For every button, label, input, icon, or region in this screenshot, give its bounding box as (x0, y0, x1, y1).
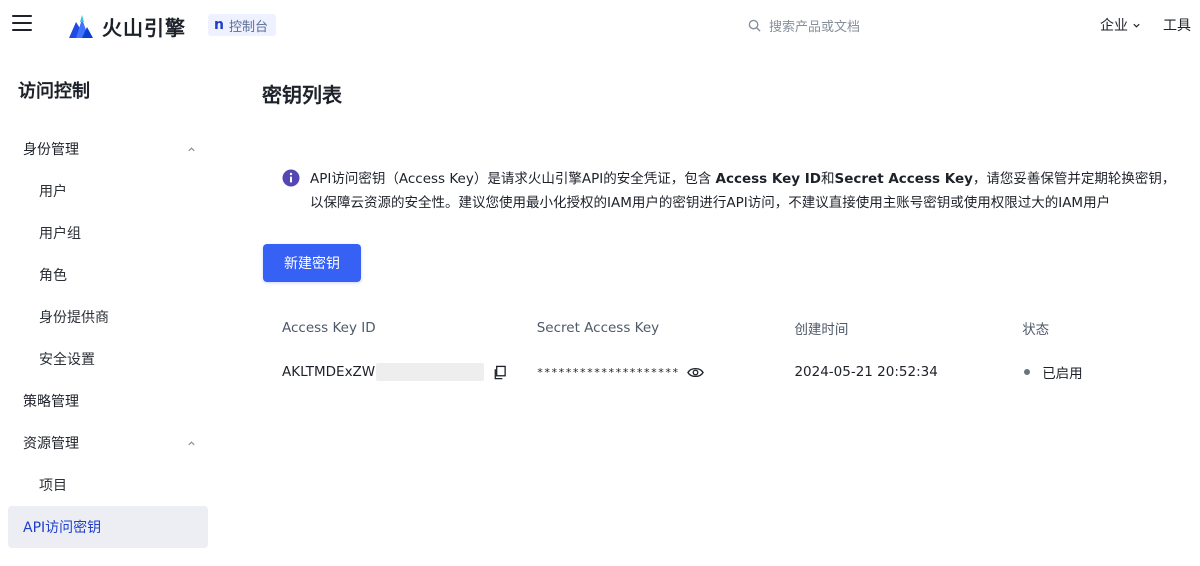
cell-secret-access-key: ******************** (537, 366, 795, 379)
table-row: AKLTMDExZW ******************** 2024-05-… (282, 348, 1200, 396)
notice-bold-access-key-id: Access Key ID (715, 171, 822, 187)
status-text: 已启用 (1042, 366, 1083, 382)
sidebar-item-policy-management[interactable]: 策略管理 (8, 380, 208, 422)
tools-menu-label: 工具 (1163, 18, 1191, 34)
sidebar-item-api-access-keys[interactable]: API访问密钥 (8, 506, 208, 548)
sidebar-item-projects[interactable]: 项目 (8, 464, 208, 506)
console-badge-icon: n (214, 17, 224, 33)
enterprise-menu[interactable]: 企业 (1100, 15, 1141, 35)
main-content: 密钥列表 API访问密钥（Access Key）是请求火山引擎API的安全凭证，… (224, 52, 1200, 566)
secret-masked-text: ******************** (536, 365, 680, 379)
enterprise-menu-label: 企业 (1100, 18, 1128, 34)
chevron-up-icon (188, 146, 195, 151)
cell-status: 已启用 (1022, 362, 1200, 382)
table-header: Access Key ID Secret Access Key 创建时间 状态 (282, 308, 1200, 348)
notice-line-2: 以保障云资源的安全性。建议您使用最小化授权的IAM用户的密钥进行API访问，不建… (310, 195, 1111, 211)
sidebar-item-security-settings[interactable]: 安全设置 (8, 338, 208, 380)
top-bar: 火山引擎 n 控制台 搜索产品或文档 企业 工具 (0, 0, 1200, 52)
notice-line-1: API访问密钥（Access Key）是请求火山引擎API的安全凭证，包含 Ac… (310, 167, 1175, 191)
keys-table: Access Key ID Secret Access Key 创建时间 状态 … (282, 308, 1200, 396)
sidebar-nav: 身份管理 用户 用户组 角色 身份提供商 安全设置 策略管理 资源管理 项目 A… (8, 128, 208, 548)
eye-icon[interactable] (687, 366, 704, 379)
notice-text: API访问密钥（Access Key）是请求火山引擎API的安全凭证，包含 Ac… (310, 167, 1175, 215)
tools-menu[interactable]: 工具 (1163, 15, 1191, 35)
console-badge[interactable]: n 控制台 (208, 14, 276, 36)
sidebar-item-label: 资源管理 (23, 436, 79, 452)
cell-created-time: 2024-05-21 20:52:34 (794, 364, 938, 380)
column-header-access-key-id: Access Key ID (282, 320, 376, 336)
search-icon (748, 19, 761, 32)
menu-icon[interactable] (12, 15, 32, 33)
cell-access-key-id: AKLTMDExZW (282, 363, 537, 381)
info-notice: API访问密钥（Access Key）是请求火山引擎API的安全凭证，包含 Ac… (282, 167, 1200, 215)
sidebar-item-user-groups[interactable]: 用户组 (8, 212, 208, 254)
sidebar-item-identity-providers[interactable]: 身份提供商 (8, 296, 208, 338)
logo-text: 火山引擎 (102, 15, 186, 40)
sidebar-item-label: 策略管理 (23, 394, 79, 410)
sidebar-item-users[interactable]: 用户 (8, 170, 208, 212)
sidebar-item-label: 安全设置 (39, 352, 95, 368)
search-placeholder: 搜索产品或文档 (769, 19, 861, 35)
top-right-menu: 企业 工具 (1100, 14, 1200, 36)
console-badge-label: 控制台 (228, 19, 268, 35)
sidebar-item-label: 身份管理 (23, 142, 79, 158)
access-key-id-text: AKLTMDExZW (282, 364, 376, 380)
notice-bold-secret-access-key: Secret Access Key (834, 171, 973, 187)
search-input[interactable]: 搜索产品或文档 (748, 14, 948, 36)
sidebar-group-identity[interactable]: 身份管理 (8, 128, 208, 170)
sidebar-item-label: 用户组 (39, 226, 81, 242)
sidebar-title: 访问控制 (18, 81, 90, 102)
notice-part: API访问密钥（Access Key）是请求火山引擎API的安全凭证，包含 (310, 171, 716, 187)
status-dot (1024, 369, 1031, 375)
logo[interactable]: 火山引擎 (67, 11, 186, 41)
chevron-down-icon (1133, 23, 1140, 28)
chevron-up-icon (188, 440, 195, 445)
redacted-mask (376, 363, 485, 381)
notice-part: ，请您妥善保管并定期轮换密钥， (972, 171, 1176, 187)
column-header-created-time: 创建时间 (794, 322, 849, 338)
sidebar-item-label: 项目 (39, 478, 67, 494)
sidebar: 访问控制 身份管理 用户 用户组 角色 身份提供商 安全设置 策略管理 资源管理 (0, 52, 224, 566)
column-header-status: 状态 (1022, 322, 1050, 338)
volcano-logo-icon (69, 15, 93, 38)
sidebar-item-roles[interactable]: 角色 (8, 254, 208, 296)
column-header-secret-access-key: Secret Access Key (536, 320, 660, 336)
sidebar-item-label: 身份提供商 (39, 310, 109, 326)
sidebar-item-label: 角色 (39, 268, 67, 284)
create-key-button[interactable]: 新建密钥 (263, 244, 361, 282)
sidebar-item-label: 用户 (39, 184, 67, 200)
sidebar-item-label: API访问密钥 (23, 520, 102, 536)
info-icon (282, 169, 300, 187)
copy-icon[interactable] (492, 365, 507, 380)
page-title: 密钥列表 (262, 83, 342, 107)
sidebar-group-resource-management[interactable]: 资源管理 (8, 422, 208, 464)
notice-part: 和 (821, 171, 835, 187)
